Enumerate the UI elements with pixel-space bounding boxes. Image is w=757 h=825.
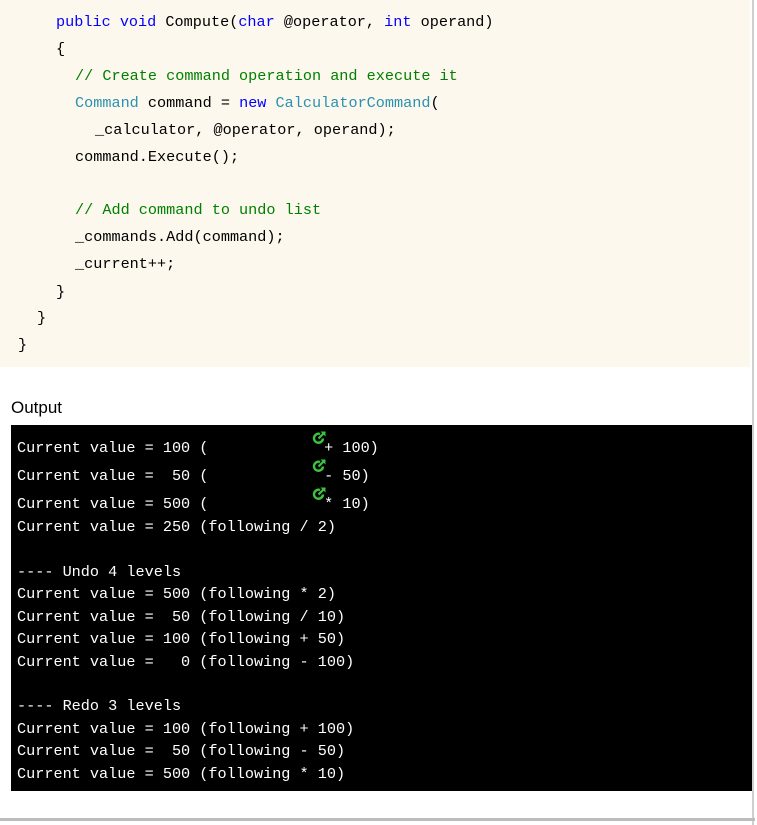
console-line: Current value = 100 (following + 100) (17, 720, 355, 738)
frame-border-bottom (0, 818, 755, 821)
link-icon[interactable] (312, 487, 326, 501)
console-line: Current value = 100 (following + 50) (17, 630, 346, 648)
comment-create-command: // Create command operation and execute … (75, 67, 458, 85)
command-declaration: Command command = new CalculatorCommand( (75, 92, 440, 114)
comment-undo-list: // Add command to undo list (75, 201, 322, 219)
undo-header: ---- Undo 4 levels (17, 563, 182, 581)
console-line: Current value = 250 (following / 2) (17, 518, 336, 536)
code-block: public void Compute(char @operator, int … (0, 0, 750, 367)
namespace-close-brace: } (18, 336, 28, 354)
decl-space (266, 94, 275, 112)
console-line-text: Current value = 500 ( (17, 495, 209, 513)
link-icon[interactable] (312, 431, 326, 445)
param-operator: @operator, (274, 13, 385, 31)
frame-border-right (752, 0, 754, 825)
keyword-void: void (119, 13, 157, 31)
execute-call: command.Execute(); (75, 148, 240, 166)
type-command: Command (75, 94, 139, 112)
console-line: Current value = 50 (following - 50) (17, 742, 346, 760)
type-calculator-command: CalculatorCommand (275, 94, 431, 112)
console-line: Current value = 50 (following / 10) (17, 608, 346, 626)
method-signature: public void Compute(char @operator, int … (56, 11, 494, 33)
method-name: Compute( (156, 13, 239, 31)
console-line: Current value = 0 (following - 100) (17, 653, 355, 671)
decl-open-paren: ( (430, 94, 440, 112)
keyword-public: public (56, 13, 111, 31)
increment-current: _current++; (75, 255, 176, 273)
console-line: Current value = 500 (following * 2) (17, 585, 336, 603)
keyword-char: char (238, 13, 275, 31)
console-output: Current value = 100 ( + 100) Current val… (11, 425, 753, 791)
console-line-text: Current value = 100 ( (17, 439, 209, 457)
keyword-int: int (384, 13, 412, 31)
method-close-brace: } (56, 283, 66, 301)
decl-middle: command = (138, 94, 240, 112)
console-line: Current value = 500 (following * 10) (17, 765, 346, 783)
redo-header: ---- Redo 3 levels (17, 697, 182, 715)
class-close-brace: } (37, 309, 47, 327)
constructor-args: _calculator, @operator, operand); (95, 121, 396, 139)
link-icon[interactable] (312, 459, 326, 473)
method-open-brace: { (56, 40, 66, 58)
keyword-new: new (239, 94, 267, 112)
param-operand: operand) (411, 13, 494, 31)
add-command-call: _commands.Add(command); (75, 228, 285, 246)
output-heading: Output (11, 398, 63, 417)
console-line-text: Current value = 50 ( (17, 467, 209, 485)
